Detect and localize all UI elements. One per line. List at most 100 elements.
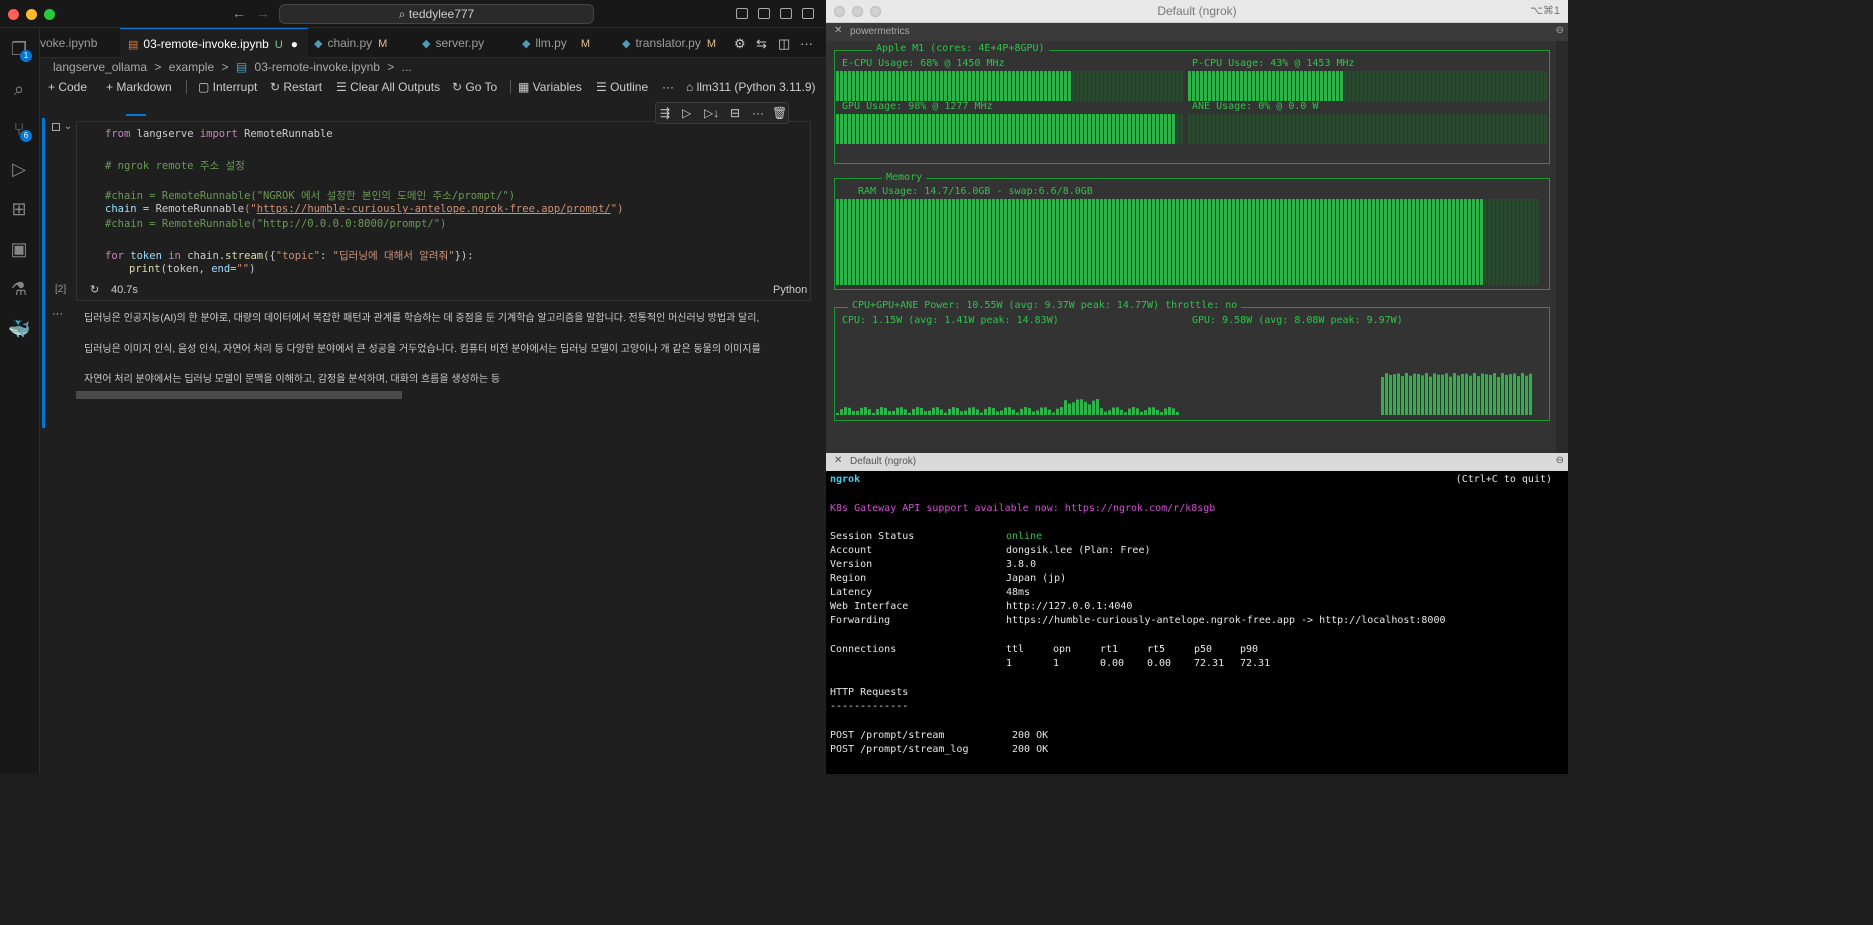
kernel-picker[interactable]: ⌂ llm311 (Python 3.11.9) bbox=[686, 80, 816, 94]
chevron-down-icon[interactable]: ⌄ bbox=[64, 121, 72, 132]
execute-below-icon[interactable]: ▷↓ bbox=[704, 106, 719, 120]
minimize-window-button[interactable] bbox=[26, 9, 37, 20]
ngrok-tab[interactable]: ✕ Default (ngrok) ⊖ bbox=[826, 453, 1568, 471]
python-file-icon: ◆ bbox=[314, 38, 323, 50]
restart-button[interactable]: ↻ Restart bbox=[270, 80, 322, 94]
split-editor-icon[interactable]: ◫ bbox=[778, 36, 790, 52]
output-horizontal-scrollbar[interactable] bbox=[76, 391, 402, 399]
gear-icon[interactable]: ⚙ bbox=[734, 36, 746, 52]
variables-button[interactable]: ▦ Variables bbox=[518, 80, 582, 94]
tab-status: U bbox=[274, 39, 283, 51]
outline-button[interactable]: ☰ Outline bbox=[596, 80, 648, 94]
maximize-window-button[interactable] bbox=[44, 9, 55, 20]
code-line: #chain = RemoteRunnable("NGROK 에서 설정한 본인… bbox=[105, 190, 516, 202]
powermetrics-tab[interactable]: ✕ powermetrics ⊖ bbox=[826, 23, 1568, 41]
conn-header: opn bbox=[1053, 644, 1072, 655]
code-line: chain = RemoteRunnable("https://humble-c… bbox=[105, 203, 624, 215]
compare-changes-icon[interactable]: ⇆ bbox=[756, 36, 767, 52]
maximize-window-button[interactable] bbox=[870, 6, 881, 17]
terminal-scrollbar[interactable] bbox=[1556, 41, 1568, 453]
cpu-power-label: CPU: 1.15W (avg: 1.41W peak: 14.83W) bbox=[842, 315, 1059, 326]
field-key: Web Interface bbox=[830, 601, 909, 612]
execution-time: 40.7s bbox=[111, 284, 138, 296]
http-requests-title: HTTP Requests bbox=[830, 687, 909, 698]
run-above-icon[interactable]: ⇶ bbox=[660, 106, 670, 120]
more-toolbar-button[interactable]: ··· bbox=[662, 80, 674, 94]
refresh-icon: ↻ bbox=[90, 284, 100, 296]
minimize-window-button[interactable] bbox=[852, 6, 863, 17]
request-status: 200 OK bbox=[1012, 744, 1049, 755]
tab-menu-icon[interactable]: ⊖ bbox=[1556, 25, 1564, 36]
tab-03-remote-invoke[interactable]: ▤ 03-remote-invoke.ipynb U ● bbox=[120, 28, 308, 58]
forwarding-link[interactable]: https://humble-curiously-antelope.ngrok-… bbox=[1006, 615, 1446, 626]
forward-arrow-icon[interactable]: → bbox=[256, 5, 270, 21]
cpu-panel-title: Apple M1 (cores: 4E+4P+8GPU) bbox=[872, 43, 1049, 54]
add-markdown-cell-button[interactable]: + Markdown bbox=[106, 80, 172, 94]
ngrok-brand: ngrok bbox=[830, 474, 861, 485]
terminal-title-bar: Default (ngrok) ⌥⌘1 bbox=[826, 0, 1568, 23]
interrupt-button[interactable]: ▢ Interrupt bbox=[198, 80, 257, 94]
toggle-secondary-sidebar-icon[interactable] bbox=[780, 8, 792, 19]
extensions-icon[interactable]: ⊞ bbox=[8, 198, 30, 220]
tab-chain-py[interactable]: ◆ chain.py M bbox=[314, 28, 414, 58]
customize-layout-icon[interactable] bbox=[802, 8, 814, 19]
breadcrumb: langserve_ollama > example > ▤ 03-remote… bbox=[53, 60, 416, 74]
go-to-button[interactable]: ↻ Go To bbox=[452, 80, 497, 94]
remote-explorer-icon[interactable]: ▣ bbox=[8, 238, 30, 260]
execution-count: [2] bbox=[55, 284, 67, 295]
quit-hint: (Ctrl+C to quit) bbox=[1455, 474, 1552, 485]
powermetrics-dashboard: Apple M1 (cores: 4E+4P+8GPU) E-CPU Usage… bbox=[826, 41, 1556, 453]
split-cell-icon[interactable]: ⊟ bbox=[730, 106, 740, 120]
tab-llm-py[interactable]: ◆ llm.py M bbox=[522, 28, 612, 58]
cell-checkbox[interactable] bbox=[52, 123, 60, 131]
code-line: from langserve import RemoteRunnable bbox=[105, 128, 333, 140]
chevron-right-icon: > bbox=[387, 60, 395, 74]
close-tab-icon[interactable]: ✕ bbox=[834, 25, 842, 36]
toggle-panel-icon[interactable] bbox=[758, 8, 770, 19]
field-key: Account bbox=[830, 545, 873, 556]
delete-cell-icon[interactable]: 🗑 bbox=[772, 106, 787, 120]
code-url-link[interactable]: https://humble-curiously-antelope.ngrok-… bbox=[257, 203, 611, 215]
run-debug-icon[interactable]: ▷ bbox=[8, 158, 30, 180]
tab-menu-icon[interactable]: ⊖ bbox=[1556, 455, 1564, 466]
divider bbox=[186, 80, 187, 94]
power-sparklines bbox=[836, 373, 1532, 415]
execute-cell-icon[interactable]: ▷ bbox=[682, 106, 691, 120]
docker-icon[interactable]: 🐳 bbox=[8, 318, 30, 340]
tab-voke-ipynb[interactable]: voke.ipynb bbox=[40, 28, 120, 58]
unsaved-dot-icon[interactable]: ● bbox=[291, 37, 298, 51]
search-icon[interactable]: ⌕ bbox=[8, 78, 30, 100]
testing-flask-icon[interactable]: ⚗ bbox=[8, 278, 30, 300]
gateway-banner[interactable]: K8s Gateway API support available now: h… bbox=[830, 503, 1215, 514]
clear-outputs-button[interactable]: ☰ Clear All Outputs bbox=[336, 80, 440, 94]
breadcrumb-item[interactable]: ... bbox=[402, 60, 412, 74]
back-arrow-icon[interactable]: ← bbox=[232, 5, 246, 21]
command-center-search[interactable]: ⌕ teddylee777 bbox=[279, 4, 594, 24]
close-window-button[interactable] bbox=[834, 6, 845, 17]
close-tab-icon[interactable]: ✕ bbox=[834, 455, 842, 466]
conn-value: 1 bbox=[1006, 658, 1013, 669]
python-file-icon: ◆ bbox=[622, 38, 631, 50]
tab-server-py[interactable]: ◆ server.py bbox=[422, 28, 512, 58]
breadcrumb-item[interactable]: example bbox=[169, 60, 214, 74]
field-key: Region bbox=[830, 573, 867, 584]
output-more-icon[interactable]: ··· bbox=[52, 308, 63, 320]
more-cell-actions-icon[interactable]: ··· bbox=[752, 106, 764, 120]
close-window-button[interactable] bbox=[8, 9, 19, 20]
activity-bar: ❐ 1 ⌕ ⑂ 6 ▷ ⊞ ▣ ⚗ 🐳 bbox=[0, 28, 40, 774]
breadcrumb-item[interactable]: 03-remote-invoke.ipynb bbox=[255, 60, 380, 74]
code-line: #chain = RemoteRunnable("http://0.0.0.0:… bbox=[105, 218, 447, 230]
tab-label: llm.py bbox=[535, 36, 567, 50]
add-code-cell-button[interactable]: + Code bbox=[48, 80, 87, 94]
tab-label: powermetrics bbox=[850, 26, 910, 37]
tab-translator-py[interactable]: ◆ translator.py M bbox=[622, 28, 732, 58]
more-actions-icon[interactable]: ··· bbox=[800, 36, 813, 51]
window-shortcut: ⌥⌘1 bbox=[1530, 5, 1560, 17]
breadcrumb-item[interactable]: langserve_ollama bbox=[53, 60, 147, 74]
cell-language[interactable]: Python bbox=[773, 284, 807, 296]
field-value: 3.8.0 bbox=[1006, 559, 1037, 570]
toggle-sidebar-icon[interactable] bbox=[736, 8, 748, 19]
web-interface-link[interactable]: http://127.0.0.1:4040 bbox=[1006, 601, 1132, 612]
code-line: # ngrok remote 주소 설정 bbox=[105, 160, 245, 172]
request-path: POST /prompt/stream_log bbox=[830, 744, 969, 755]
